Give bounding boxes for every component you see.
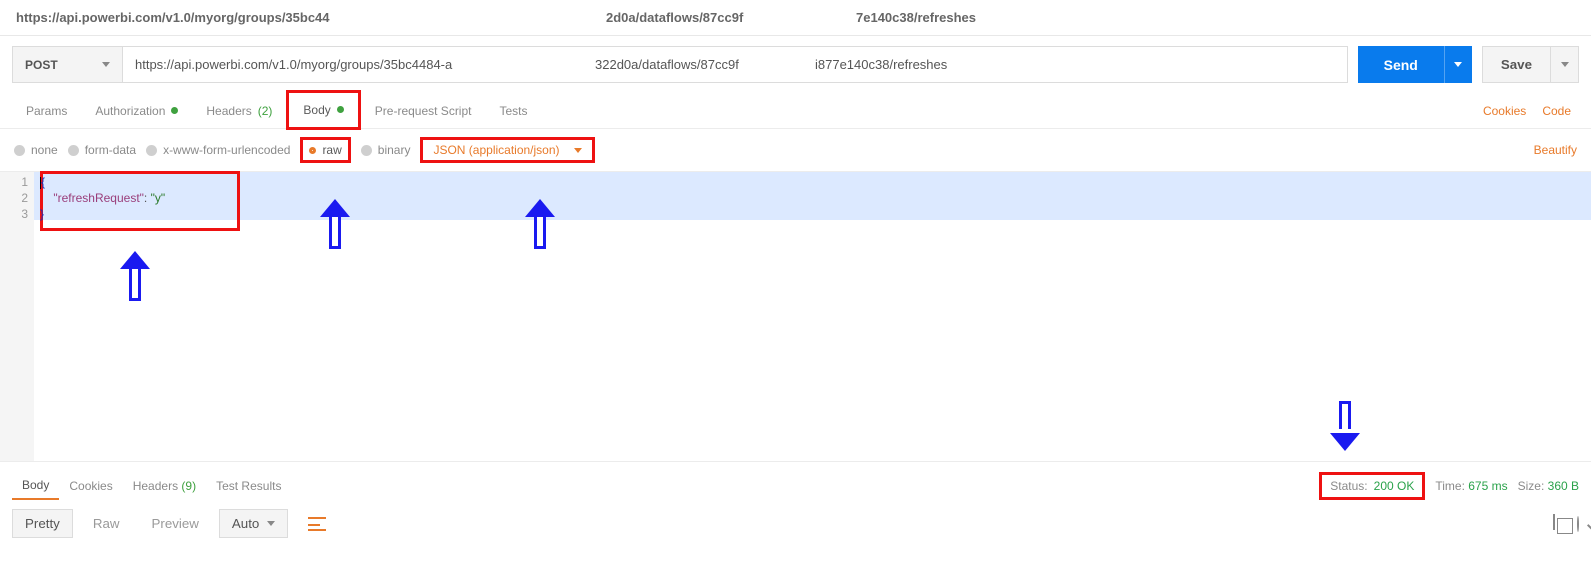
resp-tab-body[interactable]: Body [12,472,59,500]
radio-raw[interactable]: raw [300,137,350,163]
tab-body[interactable]: Body [286,90,360,130]
resp-tab-headers[interactable]: Headers (9) [123,473,206,499]
response-time: Time: 675 ms [1435,479,1507,493]
status-dot-icon [171,107,178,114]
request-url-input[interactable]: https://api.powerbi.com/v1.0/myorg/group… [122,46,1348,83]
body-type-row: none form-data x-www-form-urlencoded raw… [0,129,1591,171]
request-tabs: Params Authorization Headers (2) Body Pr… [0,93,1591,129]
content-type-select[interactable]: JSON (application/json) [420,137,594,163]
send-options-button[interactable] [1444,46,1472,83]
chevron-down-icon [574,148,582,153]
url-segment: 2d0a/dataflows/87cc9f [606,10,846,25]
response-size: Size: 360 B [1518,479,1579,493]
chevron-down-icon [267,521,275,526]
beautify-link[interactable]: Beautify [1534,143,1577,157]
radio-xwww[interactable]: x-www-form-urlencoded [146,143,290,157]
annotation-arrow-icon [1330,401,1360,451]
radio-binary[interactable]: binary [361,143,411,157]
chevron-down-icon [1454,62,1462,67]
radio-formdata[interactable]: form-data [68,143,136,157]
resp-tab-cookies[interactable]: Cookies [59,473,122,499]
save-options-button[interactable] [1551,46,1579,83]
pretty-button[interactable]: Pretty [12,509,73,538]
raw-button[interactable]: Raw [81,510,132,537]
response-tabs: Body Cookies Headers (9) Test Results St… [0,461,1591,501]
wrap-icon [308,517,326,531]
copy-icon [1553,514,1555,530]
tab-tests[interactable]: Tests [485,93,541,128]
status-indicator: Status: 200 OK [1319,472,1425,500]
cookies-link[interactable]: Cookies [1475,104,1534,118]
search-button[interactable] [1577,517,1579,531]
code-link[interactable]: Code [1534,104,1579,118]
send-button[interactable]: Send [1358,46,1444,83]
request-row: POST https://api.powerbi.com/v1.0/myorg/… [0,36,1591,93]
tab-params[interactable]: Params [12,93,81,128]
tab-prerequest[interactable]: Pre-request Script [361,93,486,128]
wrap-button[interactable] [296,511,338,537]
http-method-select[interactable]: POST [12,46,122,83]
tab-headers[interactable]: Headers (2) [192,93,286,128]
annotation-arrow-icon [120,251,150,301]
search-icon [1577,516,1579,532]
preview-button[interactable]: Preview [139,510,210,537]
format-select[interactable]: Auto [219,509,288,538]
chevron-down-icon [102,62,110,67]
status-dot-icon [337,106,344,113]
method-value: POST [25,58,58,72]
radio-none[interactable]: none [14,143,58,157]
url-segment: 7e140c38/refreshes [856,10,976,25]
response-toolbar: Pretty Raw Preview Auto [0,501,1591,546]
chevron-down-icon [1561,62,1569,67]
page-url-bar: https://api.powerbi.com/v1.0/myorg/group… [0,0,1591,36]
save-button[interactable]: Save [1482,46,1551,83]
url-segment: https://api.powerbi.com/v1.0/myorg/group… [16,10,376,25]
resp-tab-tests[interactable]: Test Results [206,473,291,499]
copy-button[interactable] [1553,517,1555,531]
line-gutter: 1 2 3 [0,172,34,461]
tab-authorization[interactable]: Authorization [81,93,192,128]
